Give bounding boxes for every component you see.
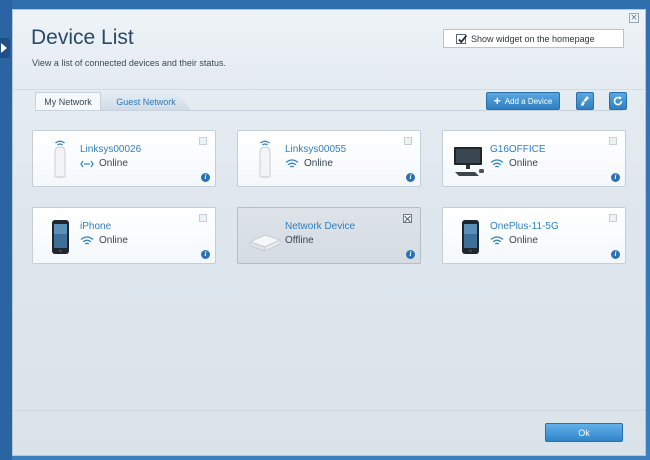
remove-device-icon[interactable] [609,214,617,222]
remove-device-icon[interactable] [404,137,412,145]
info-icon[interactable]: i [201,173,210,182]
ok-button[interactable]: Ok [545,423,623,442]
tab-guest-network[interactable]: Guest Network [101,92,191,111]
dialog-header: × Device List View a list of connected d… [13,10,645,90]
brush-button[interactable] [576,92,594,110]
page-title: Device List [31,26,134,49]
device-status-label: Online [509,235,538,246]
device-status: Online [285,158,333,169]
tab-divider [35,110,623,111]
network-device-image [248,234,282,252]
wifi-icon [490,235,504,246]
show-widget-label: Show widget on the homepage [471,33,595,44]
wifi-icon [80,235,94,246]
refresh-icon [613,96,623,106]
show-widget-toggle[interactable]: Show widget on the homepage [443,29,624,48]
wired-connection-icon [80,159,94,169]
device-card[interactable]: OnePlus-11-5G Online i [442,207,626,264]
close-icon[interactable]: × [629,13,639,23]
device-status-label: Online [99,158,128,169]
device-status-label: Online [304,158,333,169]
device-name: Linksys00055 [285,144,347,155]
device-name: G16OFFICE [490,144,546,155]
info-icon[interactable]: i [201,250,210,259]
router-node-image [259,140,271,179]
device-card[interactable]: iPhone Online i [32,207,216,264]
smartphone-image [52,220,69,254]
device-status: Offline [285,235,314,246]
device-card-offline[interactable]: Network Device Offline i [237,207,421,264]
add-device-label: Add a Device [504,96,553,106]
device-name: OnePlus-11-5G [490,221,559,232]
wifi-icon [490,158,504,169]
device-status-label: Online [509,158,538,169]
footer-divider [13,410,645,411]
info-icon[interactable]: i [406,250,415,259]
remove-device-icon[interactable] [609,137,617,145]
device-name: Network Device [285,221,356,232]
device-status-label: Online [99,235,128,246]
device-status: Online [80,235,128,246]
router-node-image [54,140,66,179]
remove-device-icon[interactable] [199,137,207,145]
brush-icon [580,96,589,106]
device-card[interactable]: Linksys00055 Online i [237,130,421,187]
tab-my-network[interactable]: My Network [35,92,101,111]
desktop-computer-image [454,147,484,176]
checkmark-icon [458,34,468,43]
smartphone-image [462,220,479,254]
refresh-button[interactable] [609,92,627,110]
add-device-button[interactable]: + Add a Device [486,92,560,110]
device-status: Online [490,158,538,169]
device-status: Online [80,158,128,169]
info-icon[interactable]: i [611,250,620,259]
info-icon[interactable]: i [406,173,415,182]
wifi-icon [285,158,299,169]
background-edge [0,0,12,460]
info-icon[interactable]: i [611,173,620,182]
side-expand-arrow-icon[interactable] [0,38,10,58]
device-list-dialog: × Device List View a list of connected d… [12,9,646,456]
plus-icon: + [493,94,501,108]
remove-device-icon[interactable] [403,214,412,223]
show-widget-checkbox[interactable] [456,33,468,44]
device-card[interactable]: Linksys00026 Online i [32,130,216,187]
device-status-label: Offline [285,235,314,246]
device-card[interactable]: G16OFFICE Online i [442,130,626,187]
remove-device-icon[interactable] [199,214,207,222]
device-name: iPhone [80,221,112,232]
page-subtitle: View a list of connected devices and the… [32,58,226,68]
device-status: Online [490,235,538,246]
network-tabs: My Network Guest Network + Add a Device [35,92,627,112]
device-name: Linksys00026 [80,144,142,155]
